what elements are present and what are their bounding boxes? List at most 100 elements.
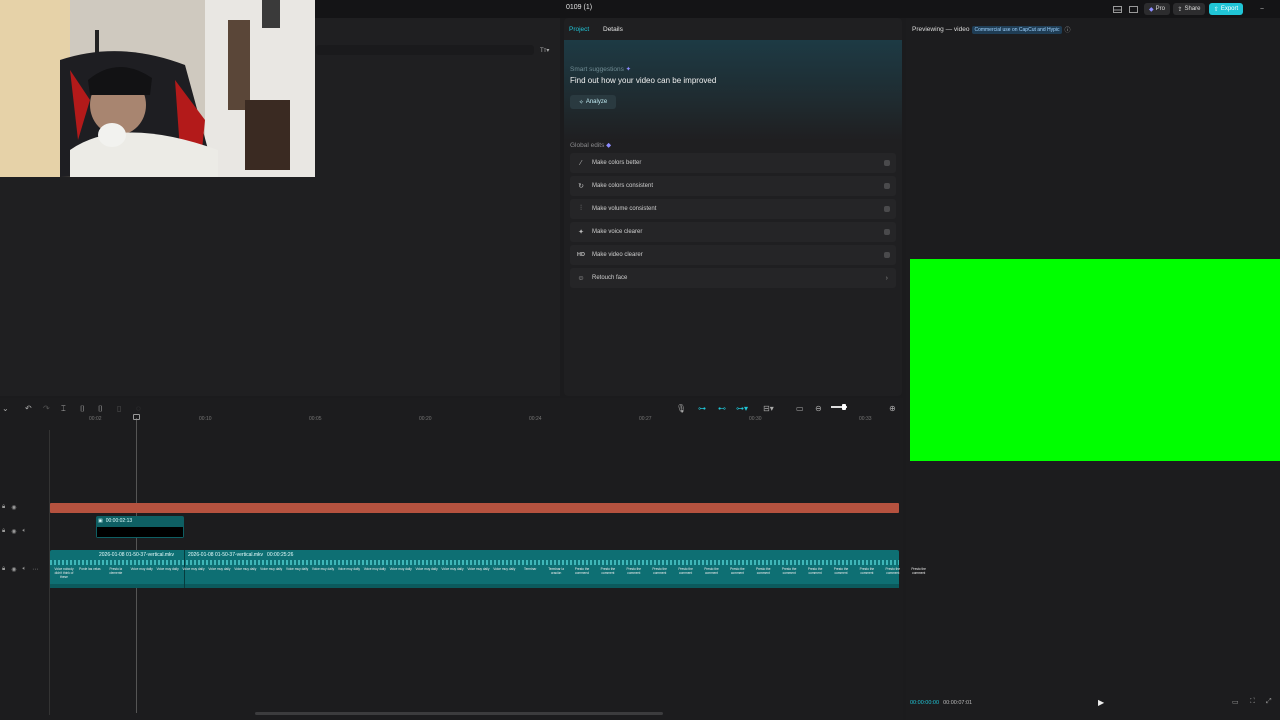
undo-icon[interactable]: ↶ [25,404,32,413]
subtitle-thumbnail: Presto the comment [807,567,823,575]
speaker-icon[interactable]: 🔈︎ [22,566,26,573]
color-sync-icon: ↻ [578,183,584,190]
captions-icon[interactable]: ▭ [796,404,804,413]
minimize-button[interactable]: – [1256,3,1268,15]
toggle-video-clearer[interactable] [884,252,890,258]
tab-details[interactable]: Details [603,26,623,33]
subtitle-thumbnail: Voice muy daily [337,567,360,571]
effect-track-clip[interactable] [50,503,899,513]
commercial-badge: Commercial use on CapCut and Hypic [972,25,1062,34]
playhead-handle[interactable] [133,414,140,420]
chevron-down-icon[interactable]: ⌄ [2,404,9,413]
subtitle-thumbnail: Ponle las velas [79,567,101,571]
link-icon[interactable]: ⊶ [698,404,706,413]
aspect-ratio-icon[interactable]: ▭ [1232,698,1239,706]
timeline-scrollbar[interactable] [255,712,663,715]
smart-suggestions-label: Smart suggestions [570,66,624,73]
share-button[interactable]: ⇪ Share [1173,3,1205,15]
magnet-icon[interactable]: ⊷ [718,404,726,413]
export-icon: ⇧ [1213,6,1219,13]
text-style-icon[interactable]: Tт▾ [540,47,549,54]
zoom-fit-icon[interactable]: ⊕ [889,404,896,413]
clip-footer [50,584,899,588]
eye-icon[interactable]: ◉ [11,566,16,573]
keyboard-icon[interactable] [1127,3,1139,15]
subtitle-thumbnail: Voice nobody didn't think of these [54,567,74,579]
clip-duration: 00:00:02:13 [105,518,133,524]
small-video-clip[interactable]: ▣ 00:00:02:13 [96,516,184,538]
preview-panel: Previewing — video Commercial use on Cap… [906,18,1280,720]
smart-suggestions-card: Smart suggestions ✦ Find out how your vi… [564,40,902,140]
toggle-voice-clearer[interactable] [884,229,890,235]
ruler-label: 00:27 [639,416,652,422]
analyze-button[interactable]: ✧ Analyze [570,95,616,109]
webcam-image [0,0,315,177]
snap-icon[interactable]: ⊶▾ [736,404,748,413]
toggle-colors-consistent[interactable] [884,183,890,189]
edit-row-volume-consistent[interactable]: ⫶ Make volume consistent [570,199,896,219]
toggle-colors-better[interactable] [884,160,890,166]
magic-wand-icon: ⁄ [580,159,582,167]
subtitle-thumbnail: Voice muy daily [208,567,231,571]
total-time: 00:00:07:01 [943,700,973,706]
edit-row-retouch-face[interactable]: ☺ Retouch face › [570,268,896,288]
eye-icon[interactable]: ◉ [11,504,16,511]
play-icon[interactable]: ▶ [1098,698,1104,707]
edit-row-colors-consistent[interactable]: ↻ Make colors consistent [570,176,896,196]
eye-icon[interactable]: ◉ [11,528,16,535]
lock-icon[interactable]: 🔒︎ [2,528,5,535]
clip-thumbnail [97,527,183,537]
global-edits-label: Global edits [570,142,605,149]
toggle-volume-consistent[interactable] [884,206,890,212]
delete-icon[interactable]: ▯ [117,404,121,413]
subtitle-thumbnail: Presto la clemente [109,567,123,575]
ruler-label: 00:02 [89,416,102,422]
subtitle-thumbnail: Presto the comment [756,567,771,575]
pro-button[interactable]: ◆ Pro [1144,3,1170,15]
trim-right-icon[interactable]: ⌷ [98,404,103,414]
ruler-label: 00:20 [419,416,432,422]
preview-video[interactable] [910,259,1280,461]
redo-icon[interactable]: ↷ [43,404,50,413]
ruler-label: 00:33 [859,416,872,422]
subtitle-thumbnail: Voice muy daily [130,567,153,571]
export-button[interactable]: ⇧ Export [1209,3,1243,15]
chevron-right-icon: › [885,274,888,282]
subtitle-thumbnail: Voice muy daily [493,567,516,571]
fullscreen-icon[interactable]: ⛶ [1250,698,1255,706]
diamond-icon: ◆ [1149,6,1154,13]
diamond-icon: ◆ [606,142,612,149]
subtitle-thumbnail: Voice muy daily [415,567,438,571]
zoom-out-icon[interactable]: ⊖ [815,404,822,413]
microphone-icon[interactable]: 🎙 [676,404,686,413]
edit-row-colors-better[interactable]: ⁄ Make colors better [570,153,896,173]
subtitle-thumbnail: Presto the comment [911,567,926,575]
tab-project[interactable]: Project [569,26,589,33]
split-icon[interactable]: ⌶ [61,404,66,414]
subtitle-thumbnail: Voice muy daily [182,567,205,571]
lock-icon[interactable]: 🔒︎ [2,566,5,573]
subtitle-thumbnail: Voice muy daily [363,567,386,571]
volume-sliders-icon: ⫶ [580,205,582,212]
lock-icon[interactable]: 🔒︎ [2,504,5,511]
trim-left-icon[interactable]: ⌷ [80,404,85,414]
clip-label: 2026-01-08 01-50-37-vertical.mkv [99,552,175,558]
subtitle-thumbnail: Voice muy daily [467,567,490,571]
subtitle-thumbnail: Presto the comment [652,567,667,575]
info-icon[interactable]: ⓘ [1065,25,1071,34]
edit-row-video-clearer[interactable]: HD Make video clearer [570,245,896,265]
speaker-icon[interactable]: 🔈︎ [22,528,26,535]
sparkle-icon: ✦ [625,66,632,73]
subtitle-thumbnail: Presto the comment [859,567,875,575]
current-time: 00:00:00:00 [910,700,940,706]
expand-icon[interactable]: ⤢ [1266,698,1272,706]
preview-axis-icon[interactable]: ⊟▾ [763,404,774,413]
layout-icon[interactable] [1108,3,1126,15]
search-input[interactable] [316,45,534,55]
zoom-slider-handle[interactable] [842,404,846,410]
edit-row-voice-clearer[interactable]: ✦ Make voice clearer [570,222,896,242]
shield-icon[interactable]: ◌ [136,404,141,413]
more-icon[interactable]: ⋯ [32,566,38,573]
hd-icon: HD [577,252,585,258]
subtitle-thumbnail: Presto the comment [626,567,642,575]
